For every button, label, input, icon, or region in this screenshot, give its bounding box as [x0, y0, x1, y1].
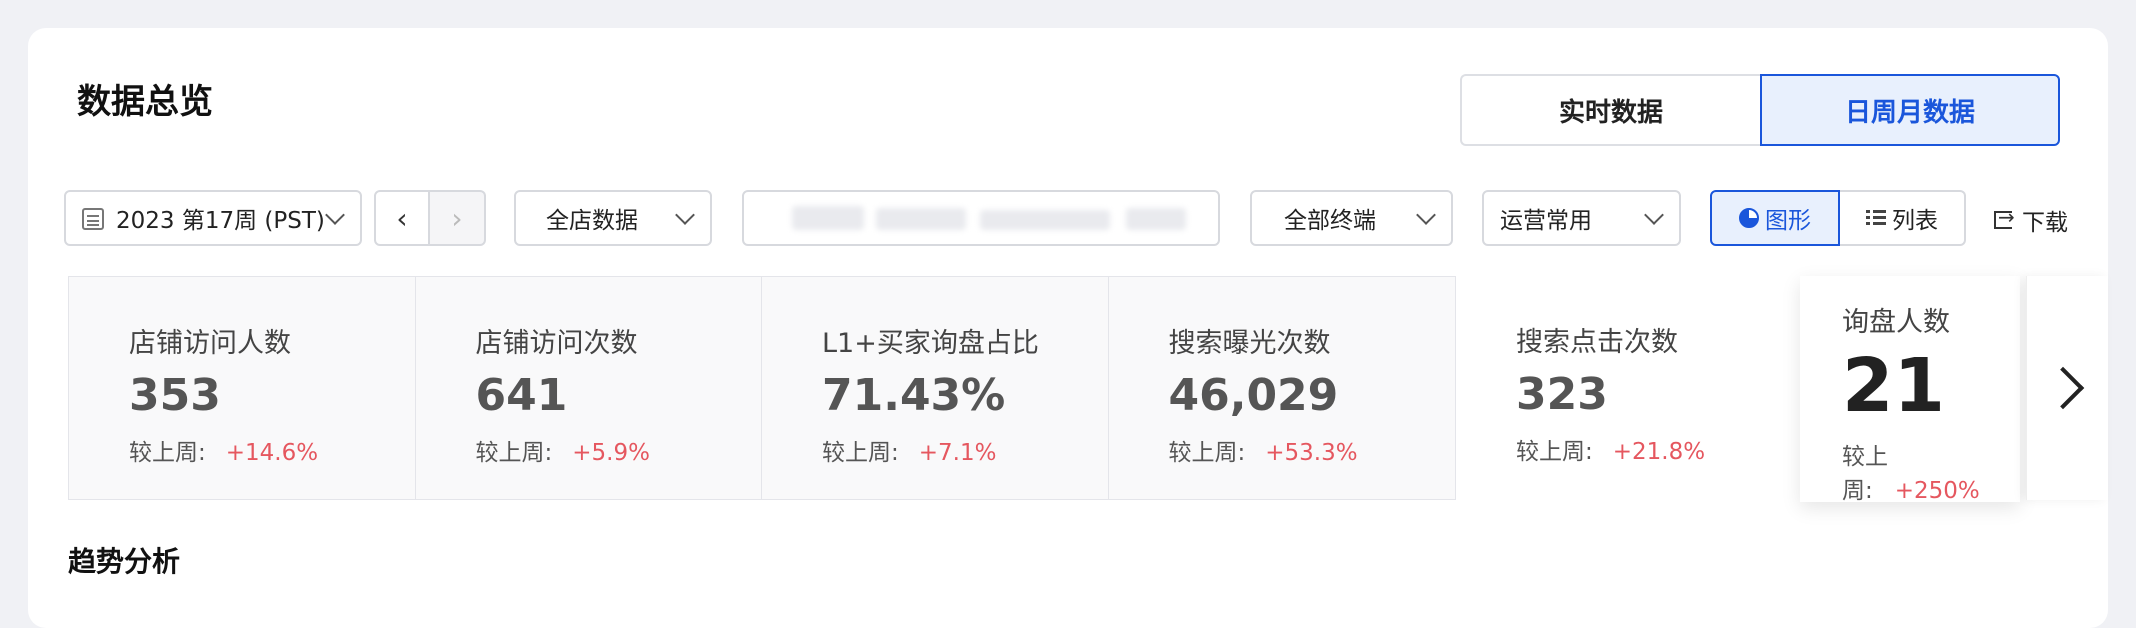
metric-change: 较上周: +5.9%	[476, 433, 762, 467]
display-toggle: 图形 列表	[1710, 190, 1966, 246]
metric-card[interactable]: 店铺访问次数 641 较上周: +5.9%	[415, 277, 762, 499]
next-metrics-button[interactable]	[2026, 276, 2108, 500]
chevron-down-icon	[675, 205, 695, 225]
ops-select-value: 运营常用	[1500, 208, 1592, 234]
metric-card-selected[interactable]: 询盘人数 21 较上周: +250%	[1800, 276, 2020, 505]
terminal-select-value: 全部终端	[1284, 208, 1376, 234]
chevron-right-icon	[2041, 366, 2084, 410]
list-view-button[interactable]: 列表	[1840, 190, 1966, 246]
metric-change: 较上周: +14.6%	[129, 433, 415, 467]
chevron-down-icon	[325, 205, 345, 225]
change-percent: +14.6%	[225, 440, 319, 466]
chevron-down-icon	[1644, 205, 1664, 225]
compare-label: 较上周:	[475, 440, 553, 466]
list-icon	[1866, 210, 1886, 226]
metric-change: 较上周: +53.3%	[1169, 433, 1456, 467]
week-nav: ‹ ›	[374, 190, 486, 246]
metric-card[interactable]: L1+买家询盘占比 71.43% 较上周: +7.1%	[762, 277, 1109, 499]
metric-label: 店铺访问人数	[129, 328, 291, 359]
export-icon	[1994, 205, 2015, 229]
metric-value: 71.43%	[822, 370, 1006, 421]
change-percent: +5.9%	[572, 440, 650, 466]
section-title: 趋势分析	[68, 545, 181, 578]
metric-change: 较上周: +21.8%	[1516, 432, 1803, 466]
pie-chart-icon	[1739, 208, 1759, 228]
metric-value: 641	[475, 370, 568, 421]
ops-select[interactable]: 运营常用	[1482, 190, 1681, 246]
list-view-label: 列表	[1892, 208, 1938, 234]
download-label: 下载	[2022, 210, 2068, 236]
compare-label: 较上周:	[822, 440, 899, 466]
change-percent: +250%	[1894, 478, 1980, 504]
compare-label: 较上周:	[1168, 440, 1246, 466]
metric-card[interactable]: 店铺访问人数 353 较上周: +14.6%	[69, 277, 416, 499]
chevron-down-icon	[1416, 205, 1436, 225]
metric-value: 353	[129, 370, 221, 421]
page-title: 数据总览	[77, 82, 213, 122]
change-percent: +53.3%	[1265, 440, 1358, 466]
metric-card[interactable]: 搜索曝光次数 46,029 较上周: +53.3%	[1108, 277, 1456, 499]
view-toggle: 实时数据 日周月数据	[1460, 74, 2060, 146]
prev-week-button[interactable]: ‹	[374, 190, 430, 246]
metrics-row: 店铺访问人数 353 较上周: +14.6% 店铺访问次数 641 较上周: +5.…	[68, 276, 1456, 500]
calendar-icon	[82, 208, 104, 230]
metric-label: 搜索点击次数	[1516, 327, 1678, 358]
metric-value: 323	[1516, 369, 1608, 420]
next-week-button[interactable]: ›	[430, 190, 486, 246]
store-select-value: 全店数据	[546, 208, 638, 234]
daily-data-tab[interactable]: 日周月数据	[1760, 74, 2060, 146]
metric-change: 较上周: +7.1%	[822, 433, 1108, 467]
change-percent: +7.1%	[918, 440, 997, 466]
chart-view-button[interactable]: 图形	[1710, 190, 1840, 246]
chevron-left-icon: ‹	[396, 201, 408, 235]
download-button[interactable]: 下载	[1994, 200, 2068, 240]
date-value: 2023 第17周 (PST)	[116, 208, 325, 234]
chevron-right-icon: ›	[451, 201, 463, 235]
metric-label: 店铺访问次数	[475, 328, 638, 359]
metric-change: 较上周: +250%	[1842, 437, 2020, 505]
terminal-select[interactable]: 全部终端	[1250, 190, 1453, 246]
metric-value: 46,029	[1168, 370, 1339, 421]
metric-card[interactable]: 搜索点击次数 323 较上周: +21.8%	[1456, 276, 1803, 500]
compare-label: 较上周:	[1842, 444, 1888, 504]
store-select[interactable]: 全店数据	[514, 190, 712, 246]
date-picker[interactable]: 2023 第17周 (PST)	[64, 190, 362, 246]
change-percent: +21.8%	[1612, 439, 1706, 465]
metric-label: L1+买家询盘占比	[822, 328, 1039, 359]
metric-label: 搜索曝光次数	[1168, 328, 1331, 359]
chart-view-label: 图形	[1765, 208, 1811, 234]
metric-label: 询盘人数	[1842, 307, 1950, 338]
search-input[interactable]	[742, 190, 1220, 246]
compare-label: 较上周:	[129, 440, 206, 466]
compare-label: 较上周:	[1516, 439, 1593, 465]
realtime-data-tab[interactable]: 实时数据	[1460, 74, 1760, 146]
metric-value: 21	[1842, 343, 1945, 429]
